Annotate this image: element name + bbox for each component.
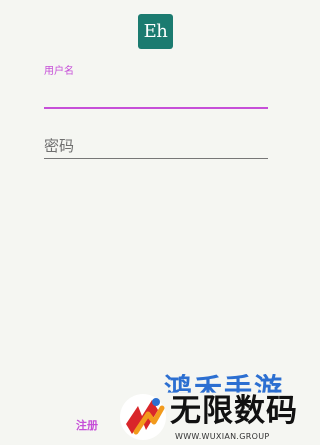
watermark-url: WWW.WUXIAN.GROUP (175, 432, 270, 441)
password-underline (44, 158, 268, 159)
watermark-name: 无限数码 (170, 393, 298, 429)
watermark: 鸿禾手游 无限数码 WWW.WUXIAN.GROUP (118, 372, 306, 445)
username-input[interactable] (44, 84, 268, 106)
register-button[interactable]: 注册 (70, 416, 104, 436)
app-logo: Eh (138, 14, 173, 49)
password-input[interactable] (44, 134, 268, 158)
username-label: 用户名 (44, 66, 74, 77)
wuxian-logo-icon (120, 394, 166, 440)
username-underline (44, 107, 268, 109)
